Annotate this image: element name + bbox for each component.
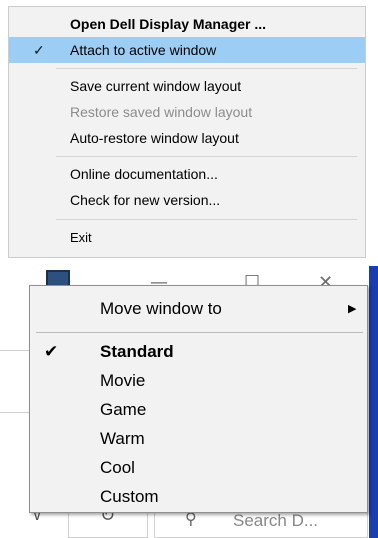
menu-separator	[56, 219, 357, 220]
checkmark-icon: ✔	[44, 342, 59, 361]
menu-separator	[36, 332, 363, 333]
menu-item-label: Game	[100, 400, 147, 419]
menu-item-save-layout[interactable]: Save current window layout	[9, 73, 365, 99]
menu-item-check-new-version[interactable]: Check for new version...	[9, 187, 365, 213]
menu-item-exit[interactable]: Exit	[9, 225, 365, 251]
menu-item-preset-movie[interactable]: Movie	[30, 366, 367, 396]
menu-separator	[56, 156, 357, 157]
menu-item-label: Auto-restore window layout	[70, 130, 239, 146]
menu-item-preset-game[interactable]: Game	[30, 395, 367, 425]
menu-item-online-documentation[interactable]: Online documentation...	[9, 161, 365, 187]
menu-item-label: Warm	[100, 429, 145, 448]
window-context-menu: Move window to ▶ ✔ Standard Movie Game W…	[29, 285, 368, 513]
menu-item-label: Attach to active window	[70, 42, 217, 58]
menu-item-label: Save current window layout	[70, 78, 242, 94]
menu-item-preset-standard[interactable]: ✔ Standard	[30, 337, 367, 367]
menu-item-label: Online documentation...	[70, 166, 218, 182]
menu-item-label: Standard	[100, 342, 174, 361]
menu-item-open-ddm[interactable]: Open Dell Display Manager ...	[9, 11, 365, 37]
menu-item-label: Cool	[100, 458, 135, 477]
search-placeholder: Search D...	[233, 511, 319, 530]
submenu-arrow-icon: ▶	[348, 303, 357, 315]
menu-item-preset-custom[interactable]: Custom	[30, 482, 367, 512]
menu-item-label: Move window to	[100, 299, 222, 318]
menu-item-label: Movie	[100, 371, 146, 390]
menu-item-label: Custom	[100, 487, 159, 506]
menu-item-label: Check for new version...	[70, 192, 221, 208]
menu-item-move-window-to[interactable]: Move window to ▶	[30, 294, 367, 324]
menu-item-preset-cool[interactable]: Cool	[30, 453, 367, 483]
menu-separator	[56, 68, 357, 69]
menu-item-label: Exit	[70, 230, 92, 245]
menu-item-attach-active-window[interactable]: ✓ Attach to active window	[9, 37, 365, 63]
checkmark-icon: ✓	[33, 42, 45, 58]
menu-item-label: Restore saved window layout	[70, 104, 253, 120]
menu-item-label: Open Dell Display Manager ...	[70, 16, 267, 32]
menu-item-preset-warm[interactable]: Warm	[30, 424, 367, 454]
dell-display-manager-menu: Open Dell Display Manager ... ✓ Attach t…	[8, 6, 366, 258]
window-accent-border	[369, 266, 378, 538]
menu-item-restore-layout: Restore saved window layout	[9, 99, 365, 125]
menu-item-auto-restore-layout[interactable]: Auto-restore window layout	[9, 125, 365, 151]
